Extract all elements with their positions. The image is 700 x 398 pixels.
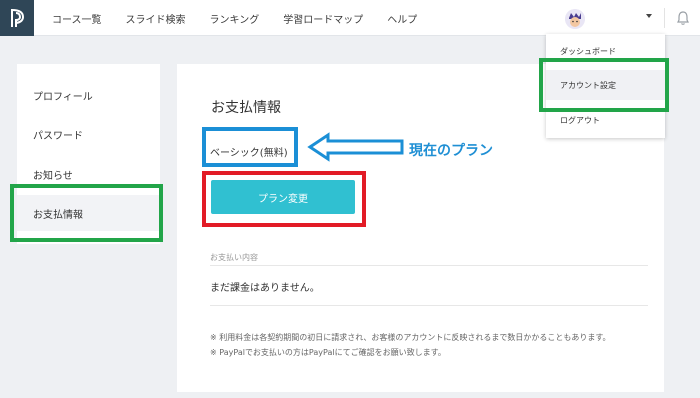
payment-history-label: お支払い内容 xyxy=(210,253,258,262)
main-nav: コース一覧 スライド検索 ランキング 学習ロードマップ ヘルプ xyxy=(52,0,441,36)
divider xyxy=(210,265,648,266)
divider xyxy=(210,305,648,306)
change-plan-button[interactable]: プラン変更 xyxy=(211,180,355,214)
caret-down-icon[interactable] xyxy=(646,14,652,18)
sidebar-item-label: プロフィール xyxy=(33,91,93,103)
bell-icon[interactable] xyxy=(674,9,692,27)
current-plan: ベーシック(無料) xyxy=(210,148,288,159)
divider xyxy=(664,8,665,28)
sidebar-item-payment[interactable]: お支払情報 xyxy=(17,195,160,231)
sidebar-item-notifications[interactable]: お知らせ xyxy=(17,156,160,192)
avatar-icon[interactable] xyxy=(565,9,585,29)
nav-item-courses[interactable]: コース一覧 xyxy=(52,11,102,26)
sidebar-item-label: お支払情報 xyxy=(33,209,83,221)
paypal-note: ※ PayPalでお支払いの方はPayPalにてご確認をお願い致します。 xyxy=(210,348,446,357)
sidebar-item-label: パスワード xyxy=(33,130,83,142)
menu-item-logout[interactable]: ログアウト xyxy=(546,105,665,135)
sidebar-item-profile[interactable]: プロフィール xyxy=(17,77,160,113)
nav-item-roadmap[interactable]: 学習ロードマップ xyxy=(283,11,363,26)
arrow-left-icon xyxy=(307,132,404,162)
payment-history-empty: まだ課金はありません。 xyxy=(210,283,320,294)
sidebar-item-password[interactable]: パスワード xyxy=(17,116,160,152)
account-dropdown-menu: ダッシュボード アカウント設定 ログアウト xyxy=(546,34,665,138)
page-title: お支払情報 xyxy=(211,100,281,116)
sidebar-item-label: お知らせ xyxy=(33,170,73,182)
annotation-label: 現在のプラン xyxy=(409,143,493,159)
nav-item-help[interactable]: ヘルプ xyxy=(387,11,417,26)
settings-sidebar: プロフィール パスワード お知らせ お支払情報 xyxy=(17,64,160,244)
menu-item-account-settings[interactable]: アカウント設定 xyxy=(546,70,665,100)
top-navbar: コース一覧 スライド検索 ランキング 学習ロードマップ ヘルプ xyxy=(0,0,700,36)
menu-item-dashboard[interactable]: ダッシュボード xyxy=(546,36,665,66)
nav-item-slide-search[interactable]: スライド検索 xyxy=(126,11,186,26)
nav-item-ranking[interactable]: ランキング xyxy=(210,11,260,26)
logo-icon[interactable] xyxy=(0,0,34,36)
billing-note: ※ 利用料金は各契約期間の初日に請求され、お客様のアカウントに反映されるまで数日… xyxy=(210,333,611,342)
